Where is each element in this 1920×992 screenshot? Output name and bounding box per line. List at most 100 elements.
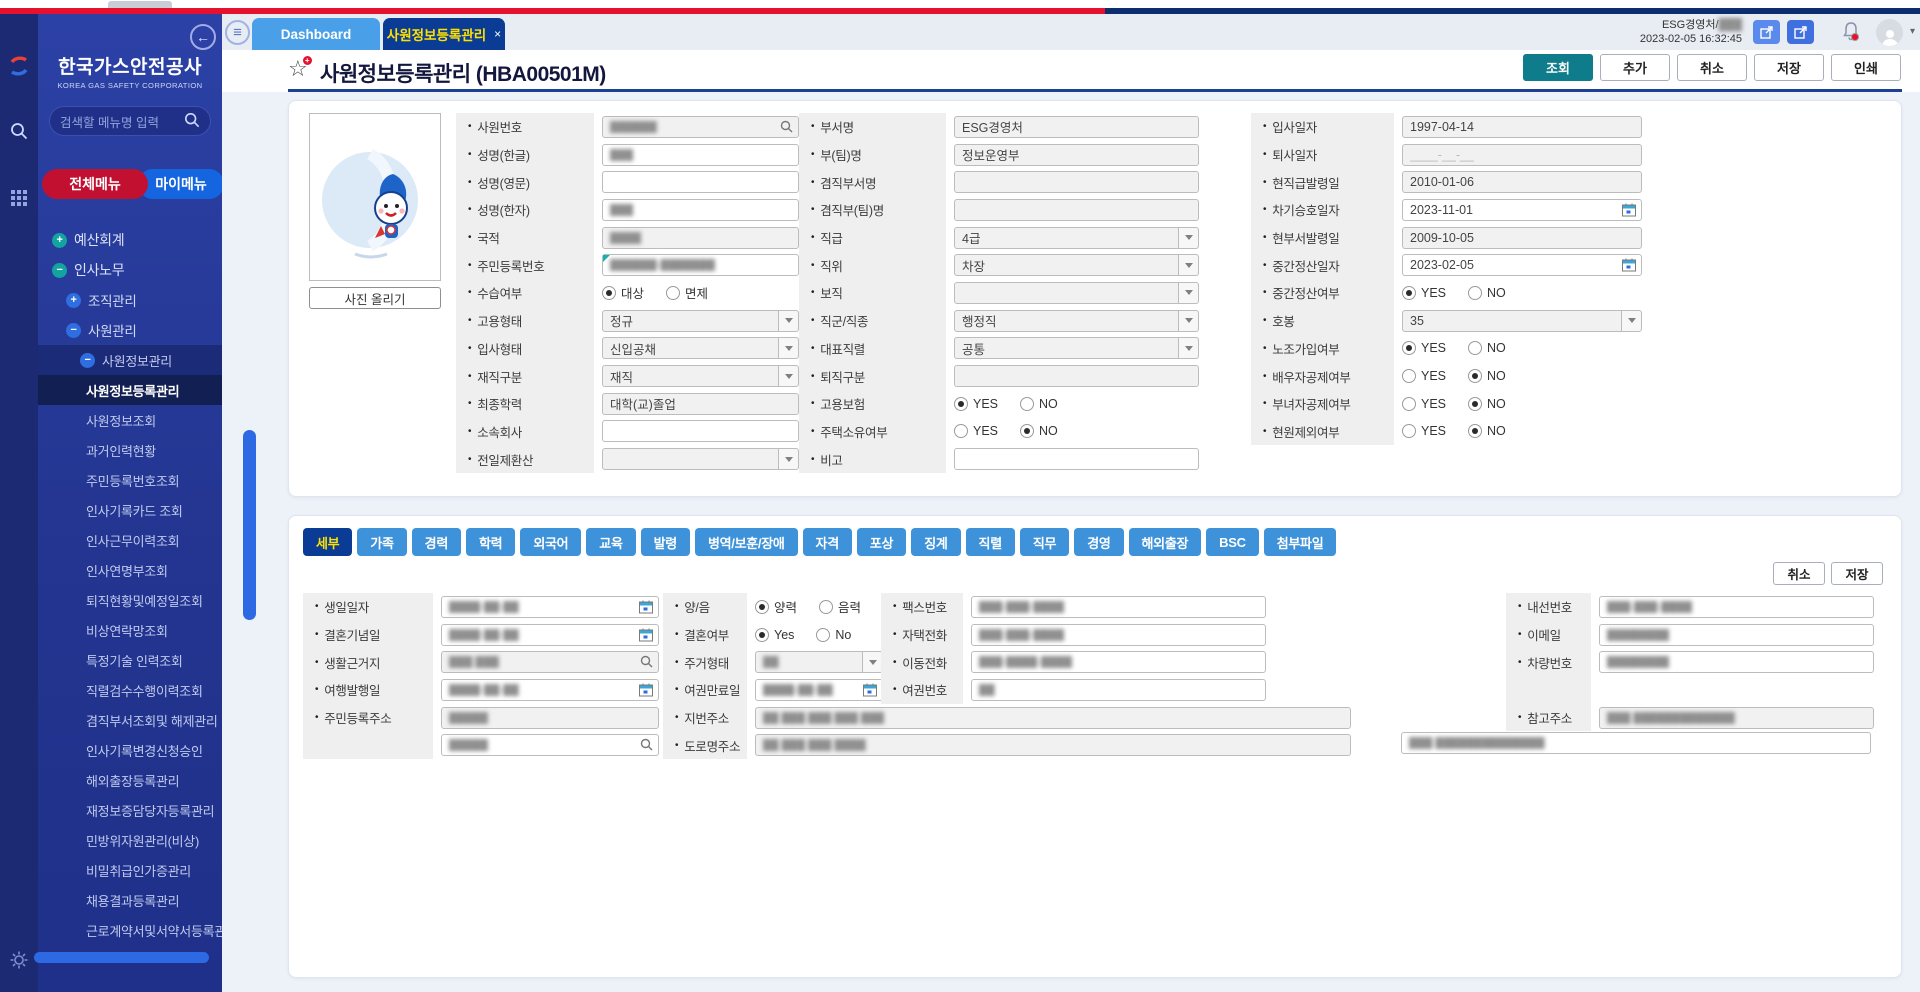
search-icon[interactable] xyxy=(184,112,200,131)
chevron-down-icon[interactable] xyxy=(778,449,798,469)
favorite-star-icon[interactable]: ☆+ xyxy=(288,56,308,82)
search-icon[interactable] xyxy=(0,122,38,145)
menu-item[interactable]: 인사기록카드 조회 xyxy=(38,495,222,525)
passport-number-field[interactable]: ██ xyxy=(971,679,1266,701)
passport-expiry-field[interactable]: ████-██-██ xyxy=(755,679,883,701)
tab-license[interactable]: 자격 xyxy=(803,528,852,556)
position-select[interactable]: 차장 xyxy=(954,254,1199,276)
radio-option[interactable]: NO xyxy=(1468,424,1506,438)
chevron-down-icon[interactable] xyxy=(1178,338,1198,358)
cancel-button[interactable]: 취소 xyxy=(1677,54,1747,81)
radio-option[interactable]: NO xyxy=(1468,286,1506,300)
gear-icon[interactable] xyxy=(0,950,38,975)
search-icon[interactable] xyxy=(640,655,653,671)
menu-item[interactable]: 겸직부서조회및 해제관리 xyxy=(38,705,222,735)
email-field[interactable]: ████████ xyxy=(1599,624,1874,646)
radio-option[interactable]: YES xyxy=(1402,397,1446,411)
radio-option[interactable]: YES xyxy=(954,397,998,411)
tenure-status-select[interactable]: 재직 xyxy=(602,365,799,387)
tab-education[interactable]: 학력 xyxy=(466,528,515,556)
tab-overseas[interactable]: 해외출장 xyxy=(1129,528,1202,556)
menu-item[interactable]: +조직관리 xyxy=(38,285,222,315)
car-number-field[interactable]: ████████ xyxy=(1599,651,1874,673)
collapse-minus-icon[interactable]: − xyxy=(66,323,81,338)
employee-number-field[interactable]: ██████ xyxy=(602,116,799,138)
tab-appointment[interactable]: 발령 xyxy=(641,528,690,556)
menu-item[interactable]: 인사근무이력조회 xyxy=(38,525,222,555)
menu-item[interactable]: −사원관리 xyxy=(38,315,222,345)
radio-option[interactable]: YES xyxy=(954,424,998,438)
chevron-down-icon[interactable] xyxy=(778,338,798,358)
chevron-down-icon[interactable] xyxy=(1178,311,1198,331)
search-icon[interactable] xyxy=(780,120,793,136)
menu-item[interactable]: 주민등록번호조회 xyxy=(38,465,222,495)
affiliated-company-field[interactable] xyxy=(602,420,799,442)
menu-item[interactable]: 인사연명부조회 xyxy=(38,555,222,585)
chevron-down-icon[interactable] xyxy=(778,366,798,386)
chevron-down-icon[interactable]: ▾ xyxy=(1910,26,1915,37)
remarks-field[interactable] xyxy=(954,448,1199,470)
tab-employee-info[interactable]: 사원정보등록관리× xyxy=(383,18,505,50)
add-button[interactable]: 추가 xyxy=(1600,54,1670,81)
grid-menu-icon[interactable] xyxy=(0,190,38,211)
tab-bsc[interactable]: BSC xyxy=(1206,528,1259,556)
tab-attachment[interactable]: 첨부파일 xyxy=(1264,528,1337,556)
expand-plus-icon[interactable]: + xyxy=(52,233,67,248)
hamburger-menu-icon[interactable]: ≡ xyxy=(225,20,250,45)
radio-option[interactable]: NO xyxy=(1020,397,1058,411)
radio-option[interactable]: No xyxy=(816,628,851,642)
chevron-down-icon[interactable] xyxy=(1178,228,1198,248)
tab-detail[interactable]: 세부 xyxy=(303,528,352,556)
radio-option[interactable]: 면제 xyxy=(666,283,708,302)
passport-issue-date-field[interactable]: ████-██-██ xyxy=(441,679,659,701)
menu-item[interactable]: 근로계약서및서약서등록관리 xyxy=(38,915,222,945)
housing-type-select[interactable]: ██ xyxy=(755,651,883,673)
chevron-down-icon[interactable] xyxy=(862,652,882,672)
menu-item[interactable]: 비밀취급인가증관리 xyxy=(38,855,222,885)
close-icon[interactable]: × xyxy=(494,27,501,41)
tab-management[interactable]: 경영 xyxy=(1074,528,1123,556)
sidebar-collapse-icon[interactable]: ← xyxy=(190,24,216,50)
menu-item-active[interactable]: 사원정보등록관리 xyxy=(38,375,222,405)
menu-item[interactable]: 과거인력현황 xyxy=(38,435,222,465)
radio-option[interactable]: YES xyxy=(1402,286,1446,300)
radio-option[interactable]: NO xyxy=(1020,424,1058,438)
calendar-icon[interactable] xyxy=(1622,258,1636,275)
menu-item[interactable]: 사원정보조회 xyxy=(38,405,222,435)
chevron-down-icon[interactable] xyxy=(778,311,798,331)
my-menu-button[interactable]: 마이메뉴 xyxy=(138,169,222,199)
collapse-minus-icon[interactable]: − xyxy=(80,353,95,368)
menu-item[interactable]: −사원정보관리 xyxy=(38,345,222,375)
radio-option[interactable]: NO xyxy=(1468,341,1506,355)
hire-type-select[interactable]: 신입공채 xyxy=(602,337,799,359)
name-korean-field[interactable]: ███ xyxy=(602,144,799,166)
living-base-field[interactable]: ███ ███ xyxy=(441,651,659,673)
tab-job[interactable]: 직무 xyxy=(1020,528,1069,556)
menu-item[interactable]: 인사기록변경신청승인 xyxy=(38,735,222,765)
resident-number-field[interactable]: ██████-███████ xyxy=(602,254,799,276)
menu-search-input[interactable]: 검색할 메뉴명 입력 xyxy=(49,106,211,136)
calendar-icon[interactable] xyxy=(639,600,653,617)
tab-training[interactable]: 교육 xyxy=(586,528,635,556)
chevron-down-icon[interactable] xyxy=(1178,255,1198,275)
sidebar-scrollbar-vertical[interactable] xyxy=(243,430,256,620)
calendar-icon[interactable] xyxy=(639,628,653,645)
fax-field[interactable]: ███-███-████ xyxy=(971,596,1266,618)
tab-language[interactable]: 외국어 xyxy=(520,528,581,556)
menu-item[interactable]: 채용결과등록관리 xyxy=(38,885,222,915)
fte-select[interactable] xyxy=(602,448,799,470)
calendar-icon[interactable] xyxy=(1622,203,1636,220)
photo-upload-button[interactable]: 사진 올리기 xyxy=(309,287,441,309)
mobile-phone-field[interactable]: ███-████-████ xyxy=(971,651,1266,673)
radio-option[interactable]: 양력 xyxy=(755,597,797,616)
tab-discipline[interactable]: 징계 xyxy=(911,528,960,556)
menu-item[interactable]: 특정기술 인력조회 xyxy=(38,645,222,675)
save-button[interactable]: 저장 xyxy=(1754,54,1824,81)
zip-search-field[interactable]: █████ xyxy=(441,734,659,756)
tab-series[interactable]: 직렬 xyxy=(966,528,1015,556)
radio-option[interactable]: 대상 xyxy=(602,283,644,302)
sidebar-scrollbar-horizontal[interactable] xyxy=(34,952,209,963)
radio-option[interactable]: YES xyxy=(1402,424,1446,438)
tab-career[interactable]: 경력 xyxy=(412,528,461,556)
extension-field[interactable]: ███-███-████ xyxy=(1599,596,1874,618)
